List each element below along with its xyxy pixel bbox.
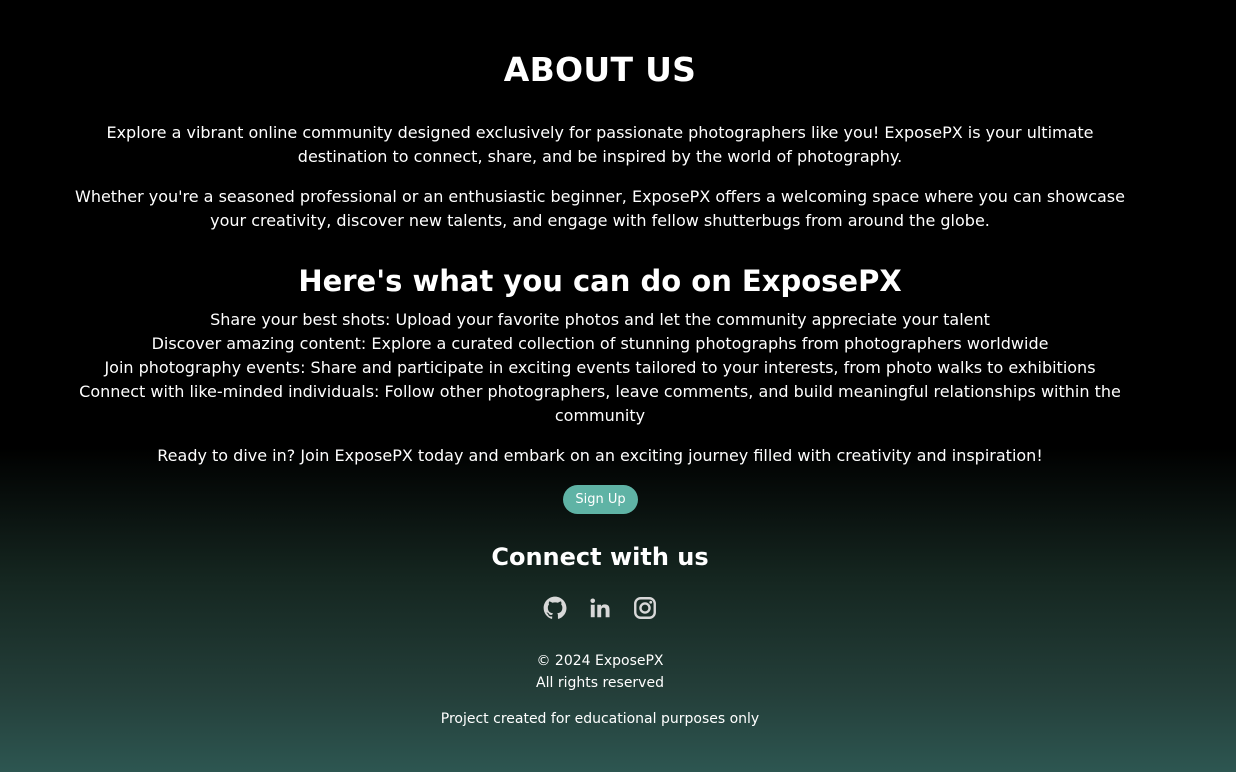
copyright-text: © 2024 ExposePX <box>536 653 664 669</box>
sign-up-button[interactable]: Sign Up <box>563 485 638 514</box>
feature-item-connect: Connect with like-minded individuals: Fo… <box>79 382 1121 425</box>
feature-item-discover: Discover amazing content: Explore a cura… <box>151 334 1049 353</box>
copyright-block: © 2024 ExposePX All rights reserved <box>0 650 1200 694</box>
feature-item-share: Share your best shots: Upload your favor… <box>210 310 990 329</box>
cta-text: Ready to dive in? Join ExposePX today an… <box>157 446 1043 465</box>
social-links <box>542 595 658 621</box>
instagram-link[interactable] <box>632 595 658 621</box>
about-page: ABOUT US Explore a vibrant online commun… <box>0 0 1236 772</box>
linkedin-link[interactable] <box>587 595 613 621</box>
features-list: Share your best shots: Upload your favor… <box>60 308 1140 428</box>
connect-title: Connect with us <box>491 543 709 571</box>
features-title: Here's what you can do on ExposePX <box>298 264 902 298</box>
github-icon <box>543 596 567 619</box>
github-link[interactable] <box>542 595 568 621</box>
about-intro-paragraph: Explore a vibrant online community desig… <box>106 123 1094 166</box>
linkedin-icon <box>590 598 610 618</box>
rights-text: All rights reserved <box>536 675 664 691</box>
about-welcome-paragraph: Whether you're a seasoned professional o… <box>75 187 1125 230</box>
feature-item-events: Join photography events: Share and parti… <box>104 358 1096 377</box>
about-title: ABOUT US <box>503 50 697 89</box>
educational-note: Project created for educational purposes… <box>440 711 760 727</box>
instagram-icon <box>634 597 656 619</box>
